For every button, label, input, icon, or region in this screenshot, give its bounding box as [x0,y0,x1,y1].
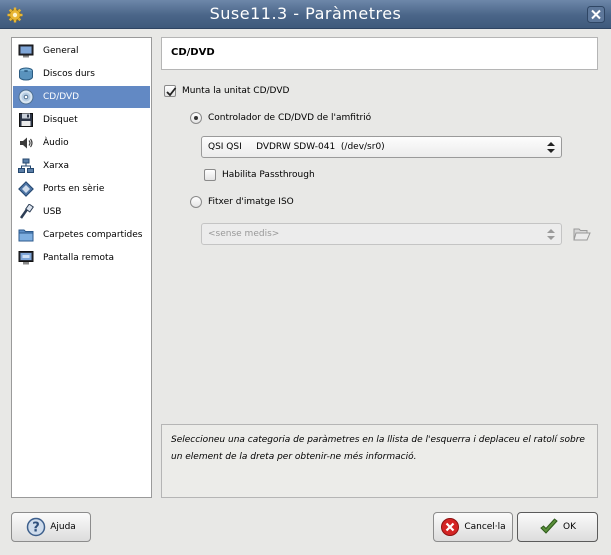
cd-dvd-icon [18,89,34,105]
sidebar-item-label: General [43,46,79,56]
sidebar-item-label: USB [43,207,62,217]
sidebar-item-label: Àudio [43,138,69,148]
cancel-icon [441,518,460,536]
cancel-button[interactable]: Cancel·la [433,512,513,542]
host-drive-radio[interactable] [190,112,202,124]
sidebar-item-label: CD/DVD [43,92,80,102]
host-drive-label: Controlador de CD/DVD de l'amfitrió [208,113,372,123]
network-icon [18,158,34,173]
open-folder-icon[interactable] [573,226,591,242]
passthrough-checkbox[interactable] [204,169,216,181]
svg-text:?: ? [32,521,40,536]
monitor-icon [18,44,34,58]
sidebar-item-label: Carpetes compartides [43,230,143,240]
iso-image-label: Fitxer d'imatge ISO [208,197,294,207]
sidebar-item-shared-folders[interactable]: Carpetes compartides [13,224,150,246]
sidebar-item-label: Disquet [43,115,78,125]
sidebar-item-floppy[interactable]: Disquet [13,109,150,131]
sidebar-item-serial-ports[interactable]: Ports en sèrie [13,178,150,200]
iso-image-value: <sense medis> [208,229,280,239]
sidebar-item-cd-dvd[interactable]: CD/DVD [13,86,150,108]
help-icon: ? [26,517,46,537]
sidebar-item-label: Xarxa [43,161,69,171]
radio-selected-dot [194,116,198,120]
page-title: CD/DVD [171,47,215,58]
help-button[interactable]: ? Ajuda [11,512,91,542]
sidebar-item-label: Discos durs [43,69,95,79]
ok-checkmark-icon [540,518,558,534]
checkmark-icon [166,87,177,97]
floppy-icon [19,113,33,127]
serial-port-icon [18,181,34,197]
remote-display-icon [18,251,34,265]
sidebar-item-network[interactable]: Xarxa [13,155,150,177]
iso-image-radio[interactable] [190,196,202,208]
ok-button-label: OK [563,522,576,532]
sidebar-item-remote-display[interactable]: Pantalla remota [13,247,150,269]
updown-arrows-icon [547,229,555,240]
updown-arrows-icon [547,142,555,153]
info-text: Seleccioneu una categoria de paràmetres … [171,435,585,462]
help-button-label: Ajuda [50,522,76,532]
page-header: CD/DVD [161,37,598,70]
title-bar: Suse11.3 - Paràmetres [0,0,611,29]
mount-cd-checkbox[interactable] [164,85,177,97]
ok-button[interactable]: OK [517,512,598,542]
window-title: Suse11.3 - Paràmetres [209,4,402,23]
passthrough-label: Habilita Passthrough [222,170,315,180]
hard-disk-icon [19,67,33,81]
iso-image-select[interactable]: <sense medis> [201,223,562,245]
host-drive-select[interactable]: QSI QSI DVDRW SDW-041 (/dev/sr0) [201,136,562,158]
cancel-button-label: Cancel·la [464,522,506,532]
sidebar-item-usb[interactable]: USB [13,201,150,223]
host-drive-value: QSI QSI DVDRW SDW-041 (/dev/sr0) [208,142,385,152]
folder-icon [18,229,34,242]
mount-cd-label: Munta la unitat CD/DVD [182,86,290,96]
sidebar-item-hard-disks[interactable]: Discos durs [13,63,150,85]
info-box: Seleccioneu una categoria de paràmetres … [161,424,598,498]
sidebar-item-general[interactable]: General [13,40,150,62]
audio-icon [20,137,33,149]
usb-icon [19,204,34,219]
sidebar-item-audio[interactable]: Àudio [13,132,150,154]
settings-category-list[interactable]: General Discos durs CD/DVD Disquet Àudio [11,37,152,498]
sidebar-item-label: Ports en sèrie [43,184,105,194]
sidebar-item-label: Pantalla remota [43,253,115,263]
close-icon[interactable] [587,6,605,23]
